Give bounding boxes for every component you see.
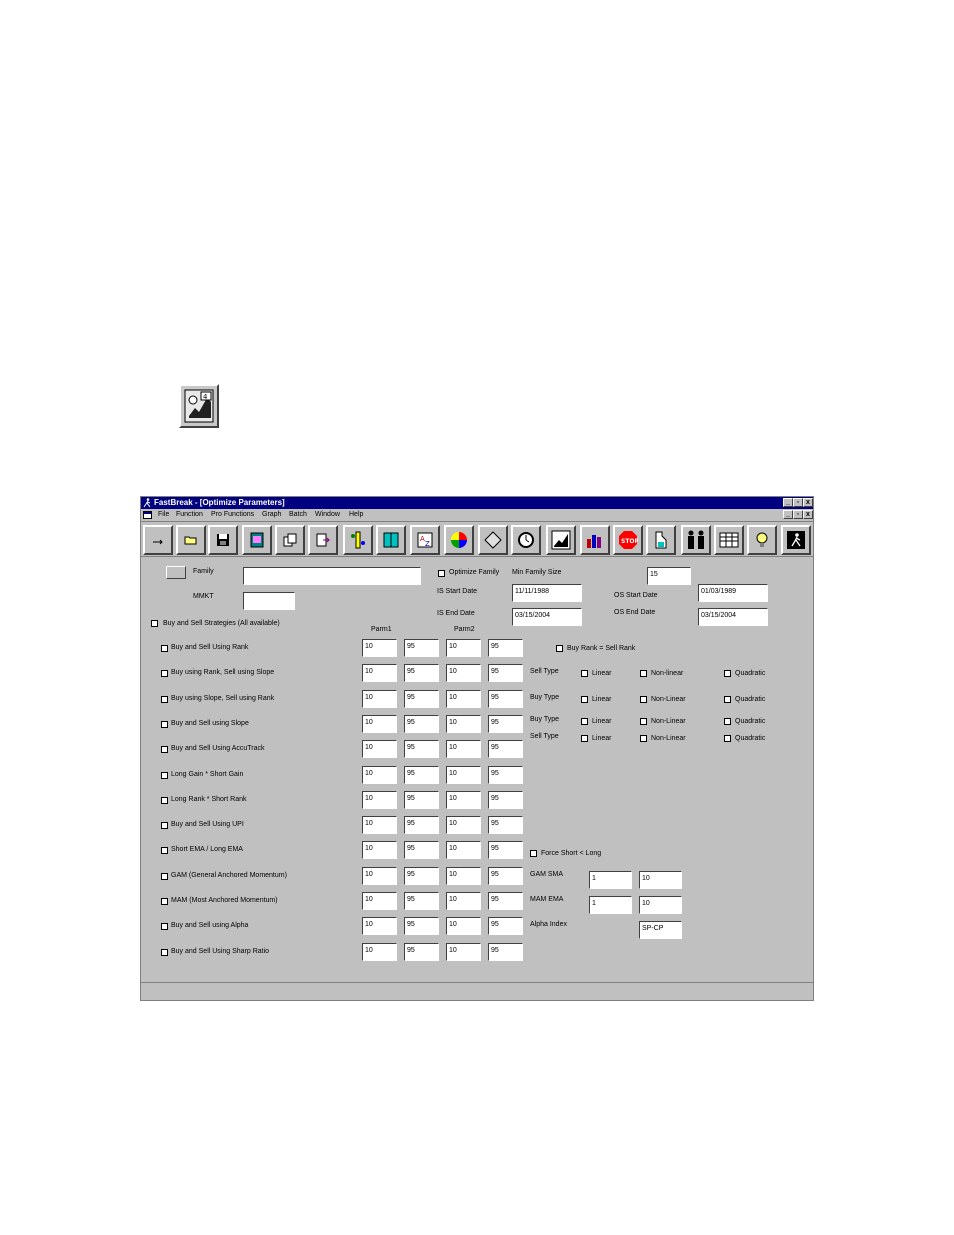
type-label: Buy Type xyxy=(530,694,560,701)
type-option-label: Linear xyxy=(592,718,612,725)
optimize-parameters-icon: 4 xyxy=(179,384,219,428)
type-option-checkbox[interactable] xyxy=(724,718,731,725)
type-option-label: Linear xyxy=(592,735,612,742)
status-bar xyxy=(141,982,813,1000)
mam-ema-input-1[interactable]: 1 xyxy=(589,896,632,914)
type-option-label: Non-Linear xyxy=(651,696,686,703)
type-option-label: Quadratic xyxy=(735,696,766,703)
alpha-index-input[interactable]: SP-CP xyxy=(639,921,682,939)
fastbreak-window: FastBreak - [Optimize Parameters] _ ▫ x … xyxy=(140,496,814,1001)
gam-sma-input-1[interactable]: 1 xyxy=(589,871,632,889)
type-option-checkbox[interactable] xyxy=(640,735,647,742)
type-option-label: Non-Linear xyxy=(651,735,686,742)
gam-sma-label: GAM SMA xyxy=(530,871,564,878)
type-option-checkbox[interactable] xyxy=(640,718,647,725)
force-short-long-label: Force Short < Long xyxy=(541,850,602,857)
type-label: Sell Type xyxy=(530,733,559,740)
type-option-label: Non-Linear xyxy=(651,718,686,725)
type-label: Buy Type xyxy=(530,716,560,723)
type-option-checkbox[interactable] xyxy=(581,718,588,725)
type-option-label: Quadratic xyxy=(735,718,766,725)
type-option-label: Quadratic xyxy=(735,670,766,677)
force-short-long-checkbox[interactable] xyxy=(530,850,537,857)
type-option-label: Linear xyxy=(592,670,612,677)
type-option-label: Linear xyxy=(592,696,612,703)
type-option-checkbox[interactable] xyxy=(581,670,588,677)
type-label: Sell Type xyxy=(530,668,559,675)
mam-ema-label: MAM EMA xyxy=(530,896,564,903)
alpha-index-label: Alpha Index xyxy=(530,921,567,928)
type-option-label: Non-linear xyxy=(651,670,684,677)
type-option-checkbox[interactable] xyxy=(724,735,731,742)
type-options: Sell Type Linear Non-linear Quadratic Buy Ty… xyxy=(141,497,813,982)
type-option-checkbox[interactable] xyxy=(640,670,647,677)
svg-text:4: 4 xyxy=(203,393,208,401)
type-option-checkbox[interactable] xyxy=(581,735,588,742)
gam-sma-input-2[interactable]: 10 xyxy=(639,871,682,889)
type-option-checkbox[interactable] xyxy=(581,696,588,703)
type-option-label: Quadratic xyxy=(735,735,766,742)
mam-ema-input-2[interactable]: 10 xyxy=(639,896,682,914)
type-option-checkbox[interactable] xyxy=(724,696,731,703)
type-option-checkbox[interactable] xyxy=(640,696,647,703)
type-option-checkbox[interactable] xyxy=(724,670,731,677)
